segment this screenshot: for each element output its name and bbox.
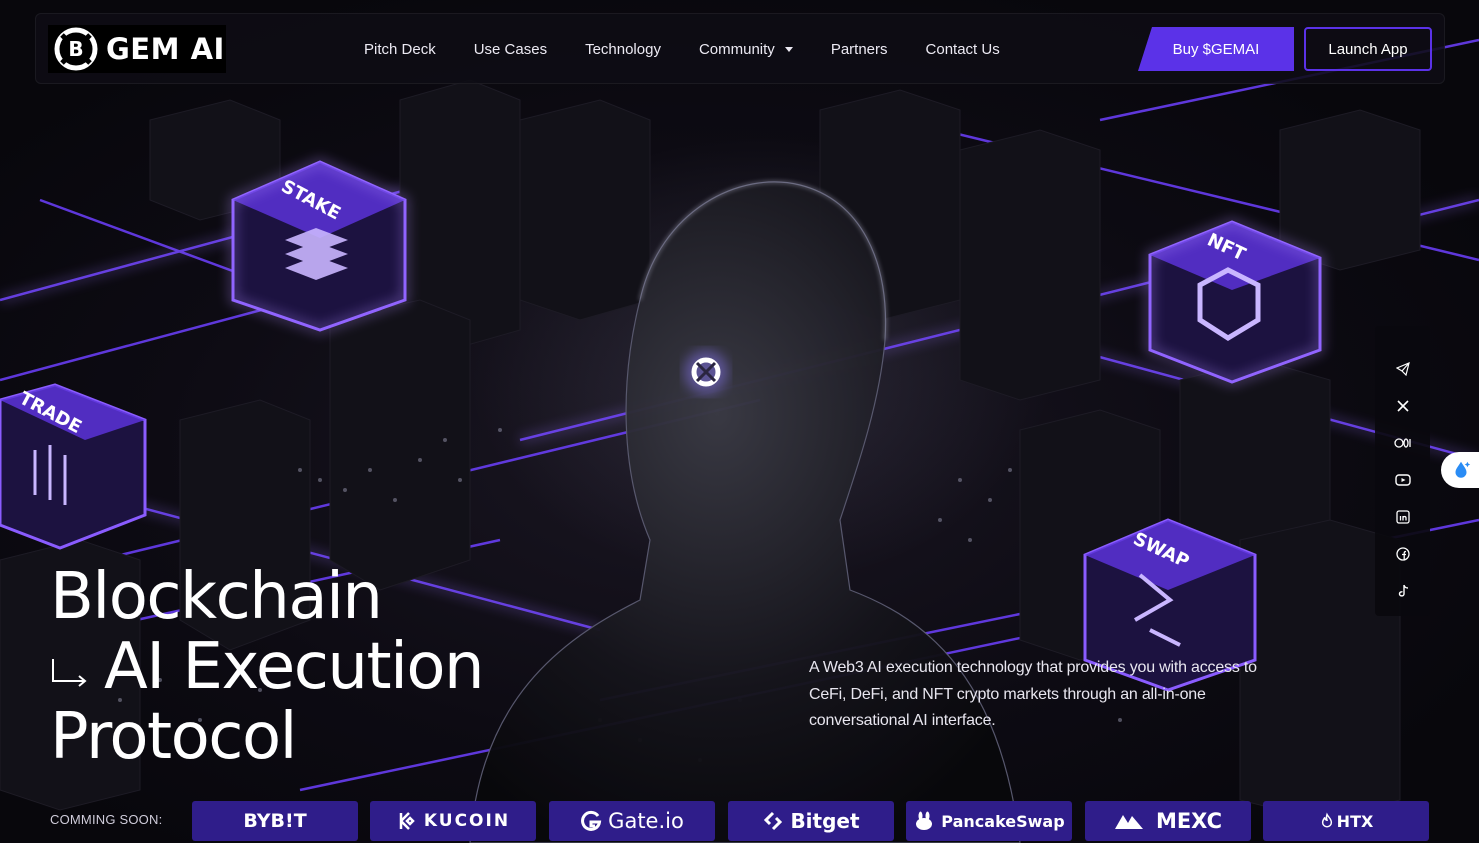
nav-technology[interactable]: Technology <box>585 41 661 58</box>
exchange-htx[interactable]: HTX <box>1263 801 1429 841</box>
tiktok-icon[interactable] <box>1375 572 1430 609</box>
buy-gemai-button[interactable]: Buy $GEMAI <box>1138 27 1294 71</box>
hero-title-line-1: Blockchain <box>50 560 383 634</box>
brand-name: GEM AI <box>106 32 225 66</box>
htx-flame-icon <box>1321 812 1332 828</box>
stake-cube <box>229 158 409 334</box>
exchange-pancakeswap[interactable]: PancakeSwap <box>906 801 1072 841</box>
nav-community-label: Community <box>698 41 775 58</box>
nav-community[interactable]: Community <box>699 41 793 58</box>
exchange-bybit-name: BYB!T <box>243 810 307 832</box>
gem-ai-logo-icon: B <box>54 27 98 71</box>
exchange-bitget-name: Bitget <box>790 809 860 833</box>
exchange-mexc[interactable]: MEXC <box>1085 801 1251 841</box>
exchange-mexc-name: MEXC <box>1155 809 1223 833</box>
chevron-down-icon <box>784 47 793 52</box>
svg-text:B: B <box>68 37 83 61</box>
exchange-bitget[interactable]: Bitget <box>728 801 894 841</box>
exchange-gateio-name: Gate.io <box>608 809 684 833</box>
droplet-sparkle-icon <box>1455 461 1471 478</box>
linkedin-icon[interactable] <box>1375 498 1430 535</box>
social-links <box>1375 326 1430 616</box>
exchange-pancakeswap-name: PancakeSwap <box>941 811 1065 831</box>
brand-logo[interactable]: B GEM AI <box>48 25 226 73</box>
nav-use-cases[interactable]: Use Cases <box>474 41 547 58</box>
coming-soon-label: COMMING SOON: <box>50 812 163 827</box>
pancakeswap-logo-icon <box>916 811 933 830</box>
gateio-logo-icon <box>581 810 602 831</box>
hero-title-line-3: Protocol <box>50 700 297 774</box>
launch-app-button[interactable]: Launch App <box>1304 27 1432 71</box>
exchange-kucoin[interactable]: KUCOIN <box>370 801 536 841</box>
exchange-htx-name: HTX <box>1336 811 1374 831</box>
exchange-gateio[interactable]: Gate.io <box>549 801 715 841</box>
telegram-icon[interactable] <box>1375 350 1430 387</box>
medium-icon[interactable] <box>1375 424 1430 461</box>
nav-partners[interactable]: Partners <box>831 41 888 58</box>
hero-title-line-2: AI Execution <box>104 630 485 704</box>
exchange-kucoin-name: KUCOIN <box>423 811 511 831</box>
youtube-icon[interactable] <box>1375 461 1430 498</box>
exchange-bybit[interactable]: BYB!T <box>192 801 358 841</box>
main-nav: Pitch Deck Use Cases Technology Communit… <box>364 14 1038 85</box>
nav-contact-us[interactable]: Contact Us <box>926 41 1000 58</box>
chat-widget-button[interactable] <box>1441 452 1479 488</box>
hero-title: Blockchain AI Execution Protocol <box>50 560 485 774</box>
nav-pitch-deck[interactable]: Pitch Deck <box>364 41 436 58</box>
facebook-icon[interactable] <box>1375 535 1430 572</box>
bitget-logo-icon <box>764 811 783 831</box>
hero-description: A Web3 AI execution technology that prov… <box>809 659 1257 729</box>
kucoin-logo-icon <box>399 812 415 830</box>
top-navbar: B GEM AI Pitch Deck Use Cases Technology… <box>35 13 1445 84</box>
hero-title-line-2-row: AI Execution <box>50 630 485 704</box>
corner-arrow-icon <box>52 659 87 687</box>
x-icon[interactable] <box>1375 387 1430 424</box>
mexc-logo-icon <box>1114 815 1143 829</box>
